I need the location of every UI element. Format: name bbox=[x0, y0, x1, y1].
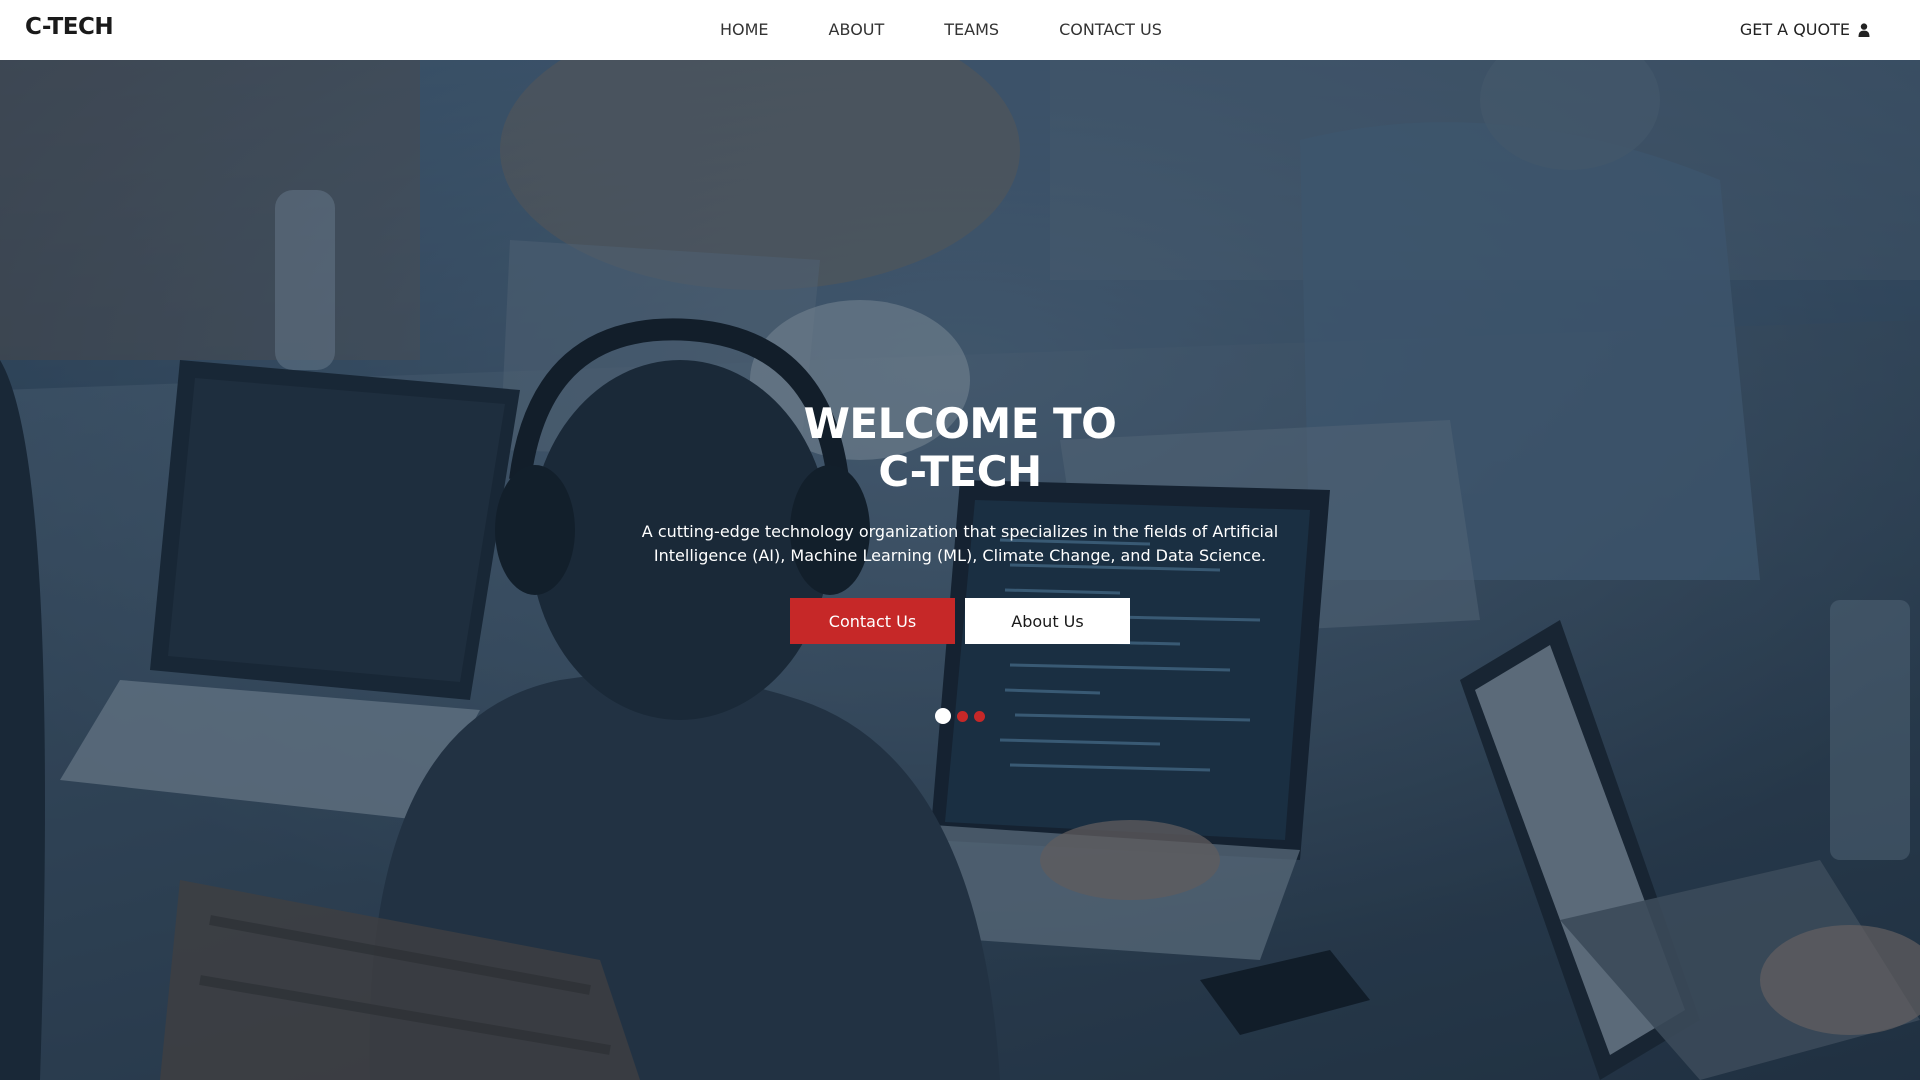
carousel-indicators bbox=[0, 708, 1920, 724]
carousel-dot-1[interactable] bbox=[935, 708, 951, 724]
nav-contact-link[interactable]: CONTACT US bbox=[1059, 20, 1162, 39]
user-icon bbox=[1858, 22, 1870, 37]
nav-menu: HOME ABOUT TEAMS CONTACT US bbox=[720, 20, 1162, 39]
hero-content: WELCOME TO C-TECH A cutting-edge technol… bbox=[0, 400, 1920, 644]
nav-teams-link[interactable]: TEAMS bbox=[944, 20, 999, 39]
nav-home-link[interactable]: HOME bbox=[720, 20, 769, 39]
hero-title-line1: WELCOME TO bbox=[803, 399, 1117, 448]
carousel-dot-3[interactable] bbox=[974, 710, 985, 722]
carousel-dot-2[interactable] bbox=[957, 710, 968, 722]
get-a-quote-label: GET A QUOTE bbox=[1739, 20, 1850, 39]
hero-title: WELCOME TO C-TECH bbox=[660, 400, 1260, 496]
about-us-button[interactable]: About Us bbox=[965, 598, 1130, 644]
get-a-quote-button[interactable]: GET A QUOTE bbox=[1740, 20, 1870, 39]
nav-about-link[interactable]: ABOUT bbox=[829, 20, 885, 39]
brand-logo[interactable]: C-TECH bbox=[25, 14, 114, 40]
contact-us-button[interactable]: Contact Us bbox=[790, 598, 955, 644]
hero-description: A cutting-edge technology organization t… bbox=[641, 522, 1279, 565]
hero-title-line2: C-TECH bbox=[878, 447, 1042, 496]
hero-section: WELCOME TO C-TECH A cutting-edge technol… bbox=[0, 60, 1920, 1080]
top-navbar: C-TECH HOME ABOUT TEAMS CONTACT US GET A… bbox=[0, 0, 1920, 60]
hero-button-group: Contact Us About Us bbox=[0, 598, 1920, 644]
